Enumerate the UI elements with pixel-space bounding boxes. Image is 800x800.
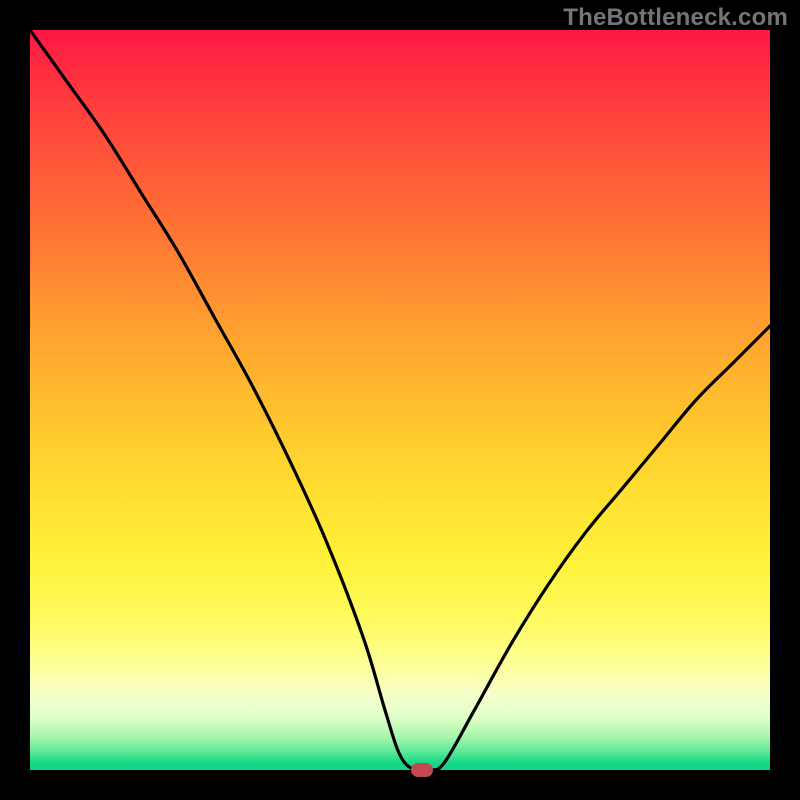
optimum-marker — [411, 763, 433, 777]
curve-layer — [30, 30, 770, 770]
watermark-text: TheBottleneck.com — [563, 4, 788, 32]
chart-frame: TheBottleneck.com — [0, 0, 800, 800]
plot-area — [30, 30, 770, 770]
bottleneck-curve — [30, 30, 770, 770]
